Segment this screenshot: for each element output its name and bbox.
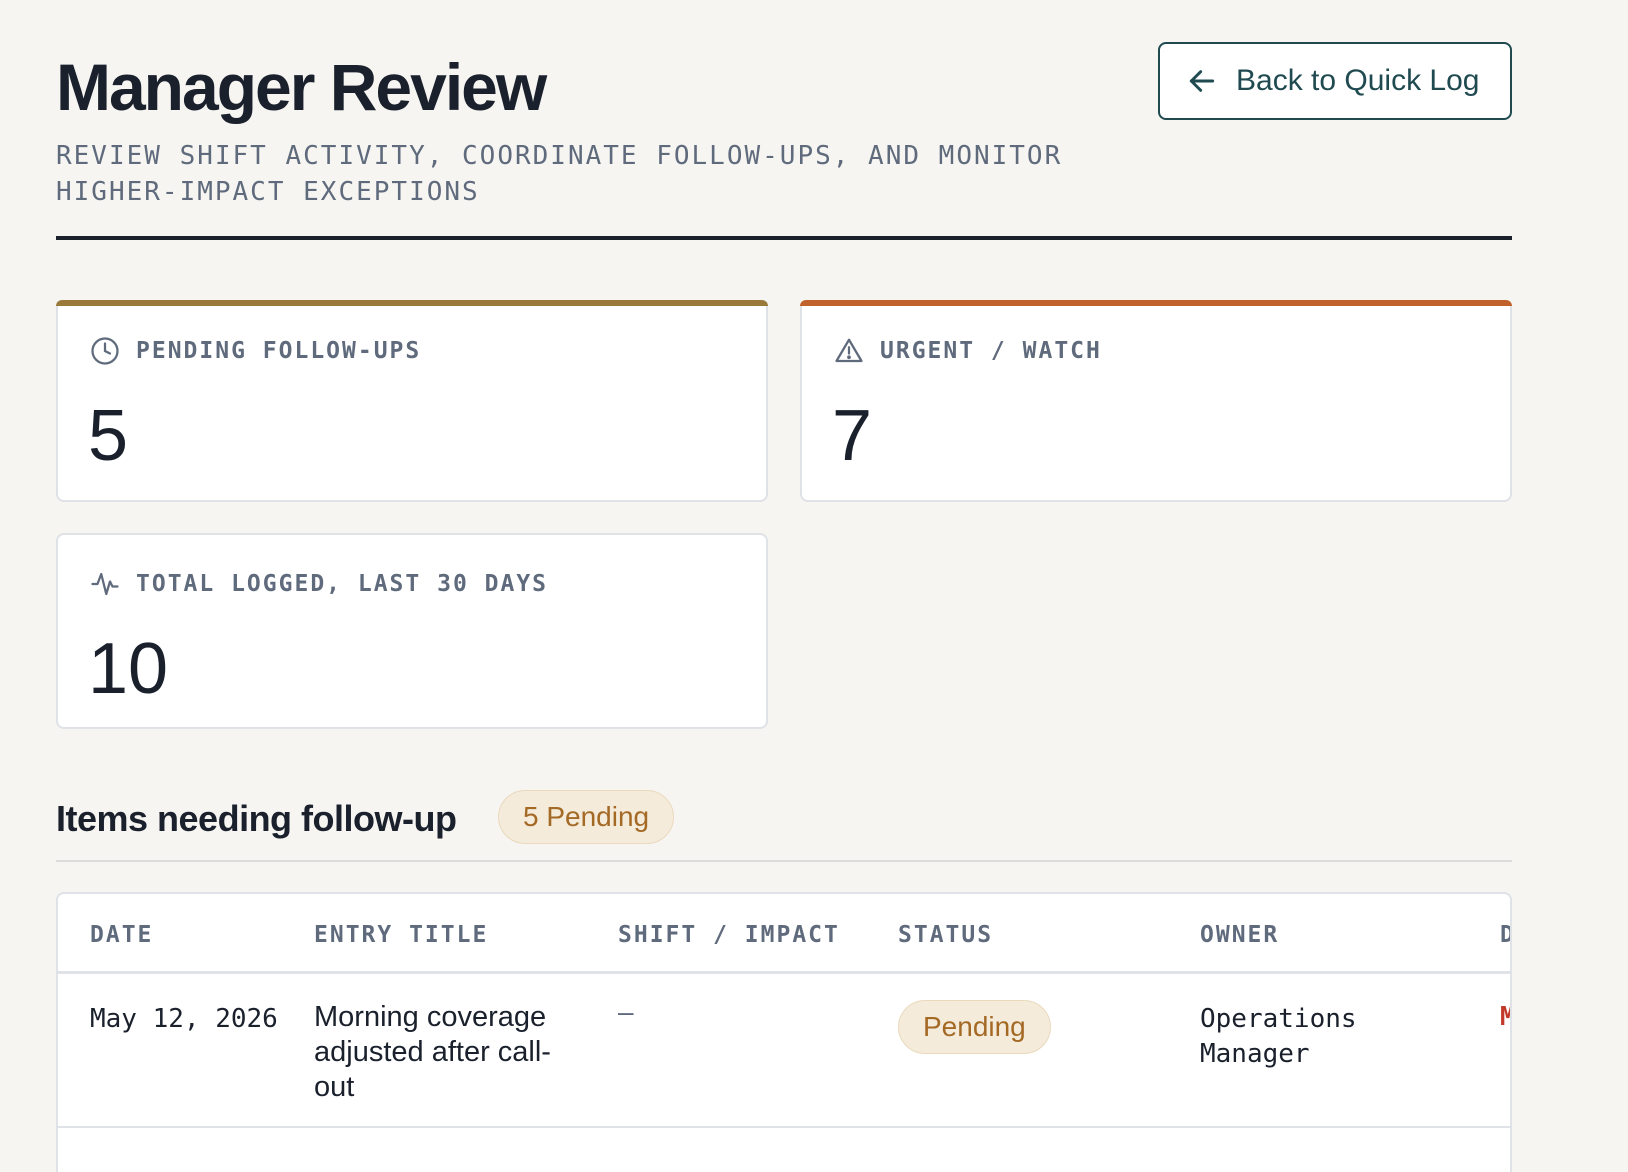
cell-due: M <box>1500 1002 1510 1032</box>
page-subtitle: REVIEW SHIFT ACTIVITY, COORDINATE FOLLOW… <box>56 141 1063 207</box>
column-header-date[interactable]: DATE <box>90 922 153 948</box>
stat-label: URGENT / WATCH <box>834 336 1102 366</box>
stat-label-text: PENDING FOLLOW-UPS <box>136 338 422 364</box>
stat-value: 10 <box>88 629 169 709</box>
activity-icon <box>91 572 119 596</box>
header-divider <box>56 236 1512 240</box>
column-header-due[interactable]: D <box>1500 922 1510 948</box>
stat-value: 7 <box>832 396 873 476</box>
back-button-label: Back to Quick Log <box>1236 64 1480 97</box>
back-to-quick-log-button[interactable]: Back to Quick Log <box>1158 42 1512 120</box>
column-header-status[interactable]: STATUS <box>898 922 993 948</box>
column-header-owner[interactable]: OWNER <box>1200 922 1279 948</box>
page-title: Manager Review <box>56 50 547 124</box>
warning-icon <box>835 338 863 363</box>
column-header-shift-impact[interactable]: SHIFT / IMPACT <box>618 922 840 948</box>
stat-label: PENDING FOLLOW-UPS <box>90 336 421 366</box>
cell-owner: Operations Manager <box>1200 1004 1357 1069</box>
pending-count-badge: 5 Pending <box>498 790 675 844</box>
stat-card-urgent-watch: URGENT / WATCH 7 <box>800 300 1512 502</box>
follow-up-table: DATE ENTRY TITLE SHIFT / IMPACT STATUS O… <box>56 892 1512 1172</box>
table-header: DATE ENTRY TITLE SHIFT / IMPACT STATUS O… <box>58 894 1510 974</box>
section-title: Items needing follow-up <box>56 798 457 839</box>
column-header-entry-title[interactable]: ENTRY TITLE <box>314 922 488 948</box>
stat-value: 5 <box>88 396 129 476</box>
stat-label-text: TOTAL LOGGED, LAST 30 DAYS <box>136 571 549 597</box>
stat-label-text: URGENT / WATCH <box>880 338 1102 364</box>
clock-icon <box>91 337 119 365</box>
cell-shift-impact: – <box>618 996 634 1027</box>
cell-entry-title[interactable]: Morning coverage adjusted after call-out <box>314 1000 584 1105</box>
card-accent-bar <box>56 300 768 306</box>
stat-card-total-logged: TOTAL LOGGED, LAST 30 DAYS 10 <box>56 533 768 729</box>
table-row[interactable]: May 12, 2026 Morning coverage adjusted a… <box>58 976 1510 1128</box>
cell-date: May 12, 2026 <box>90 1004 278 1034</box>
follow-up-section-header: Items needing follow-up 5 Pending <box>56 790 1512 862</box>
stat-card-pending-follow-ups: PENDING FOLLOW-UPS 5 <box>56 300 768 502</box>
status-badge: Pending <box>898 1000 1051 1054</box>
card-accent-bar <box>800 300 1512 306</box>
page-header: Manager Review REVIEW SHIFT ACTIVITY, CO… <box>56 42 1512 240</box>
arrow-left-icon <box>1189 70 1215 92</box>
stat-label: TOTAL LOGGED, LAST 30 DAYS <box>90 569 548 599</box>
